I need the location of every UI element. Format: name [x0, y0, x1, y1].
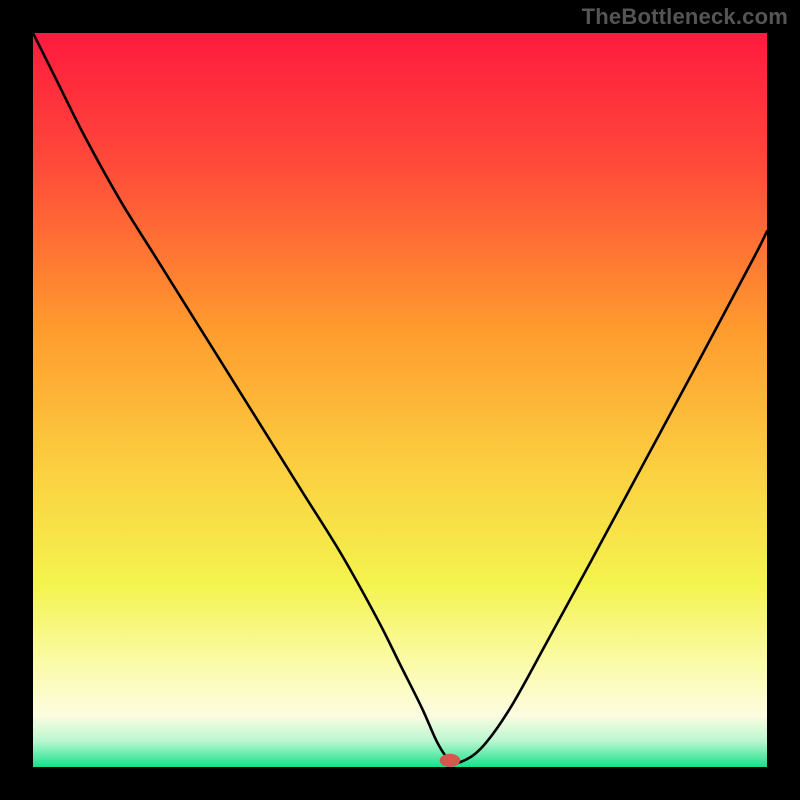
plot-area — [33, 33, 767, 767]
watermark-label: TheBottleneck.com — [582, 4, 788, 30]
bottleneck-plot-svg — [33, 33, 767, 767]
chart-frame: TheBottleneck.com — [0, 0, 800, 800]
gradient-background — [33, 33, 767, 767]
optimal-point-marker — [440, 754, 461, 767]
